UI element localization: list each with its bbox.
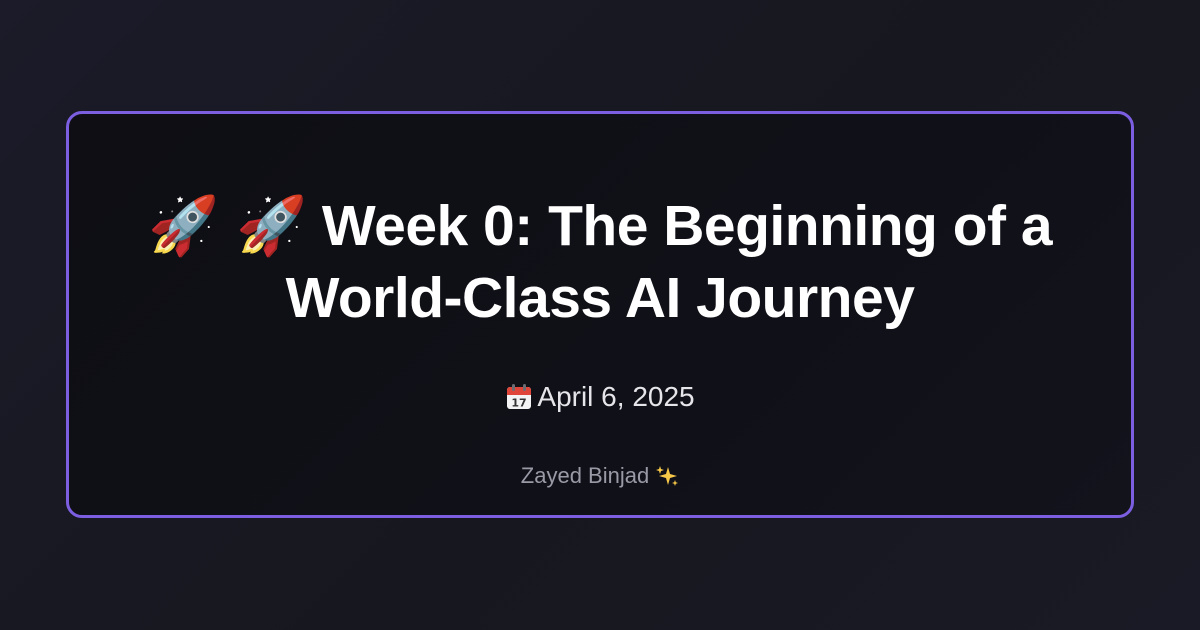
post-date: 17 April 6, 2025 — [505, 380, 695, 414]
post-date-text: April 6, 2025 — [537, 381, 695, 412]
post-card: 🚀 🚀 Week 0: The Beginning of a World-Cla… — [66, 111, 1134, 518]
sparkles-icon — [655, 464, 679, 488]
post-author-name: Zayed Binjad — [520, 463, 650, 488]
post-title-text: Week 0: The Beginning of a World-Class A… — [285, 194, 1053, 330]
post-author: Zayed Binjad — [521, 462, 679, 490]
svg-text:17: 17 — [512, 397, 527, 410]
calendar-icon: 17 — [505, 383, 533, 411]
rocket-icon: 🚀 🚀 — [147, 193, 307, 259]
post-title: 🚀 🚀 Week 0: The Beginning of a World-Cla… — [120, 190, 1080, 334]
